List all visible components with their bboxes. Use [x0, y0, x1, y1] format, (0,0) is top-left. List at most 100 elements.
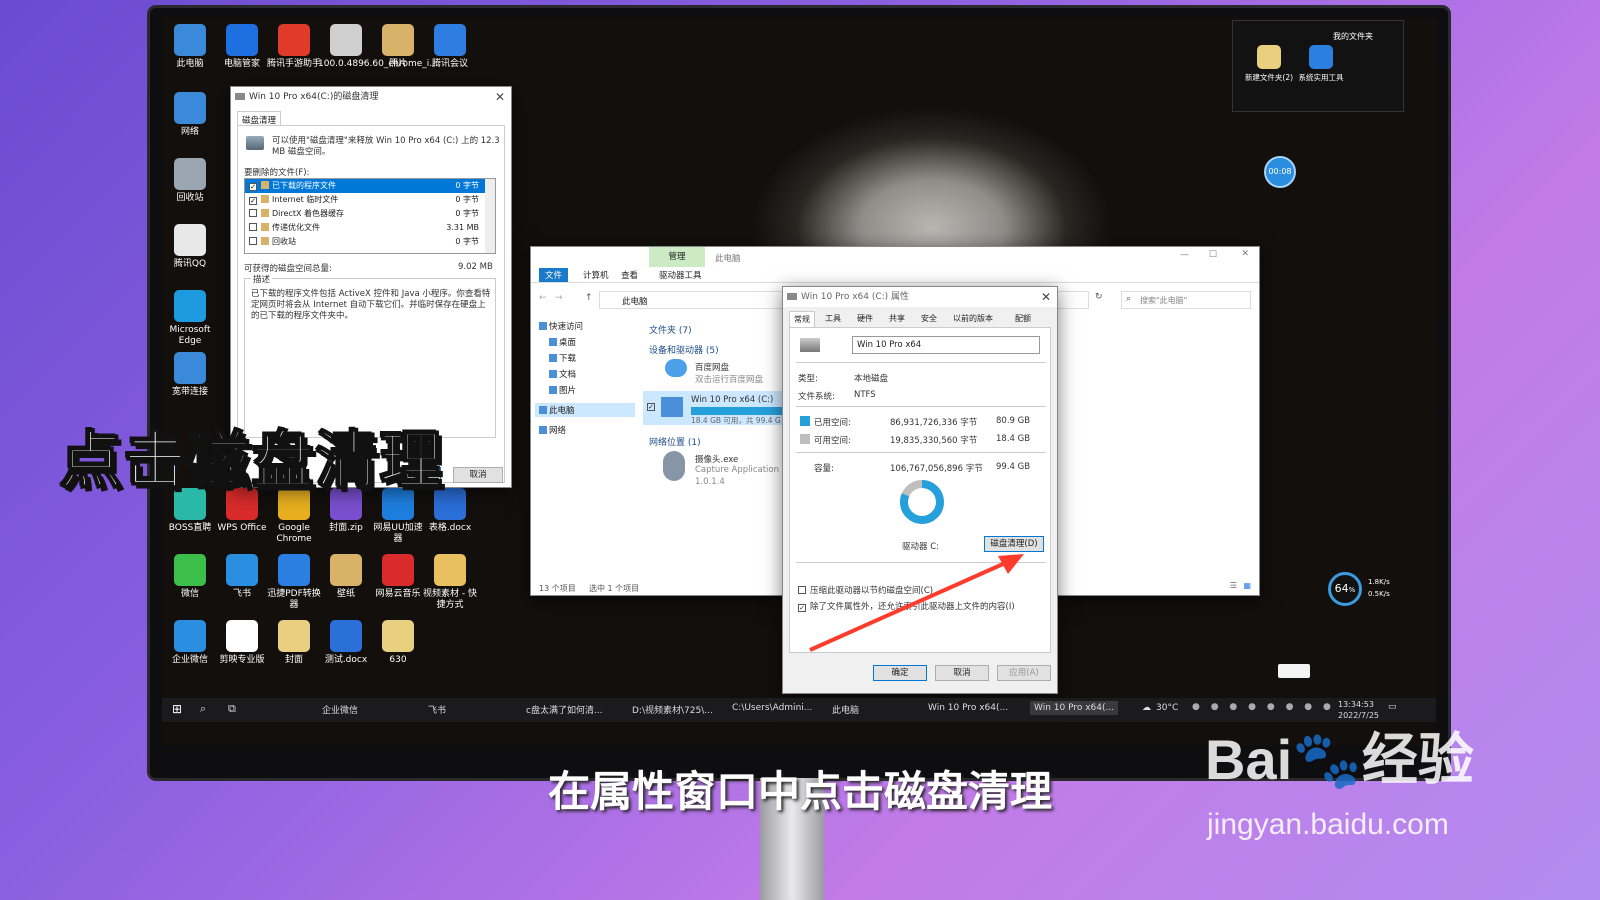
ribbon-manage-tab[interactable]: 管理 [649, 247, 705, 267]
taskbar-app[interactable]: 飞书 [428, 703, 446, 716]
file-checkbox[interactable]: ✓ [249, 197, 257, 205]
desktop-icon[interactable]: 腾讯会议 [422, 24, 478, 70]
taskbar-app[interactable]: D:\视频素材\725\... [632, 703, 713, 716]
file-row[interactable]: 传递优化文件 3.31 MB [245, 221, 485, 235]
task-view-icon[interactable]: ⧉ [228, 702, 236, 716]
desktop-icon[interactable]: 视频素材 - 快捷方式 [422, 554, 478, 611]
file-checkbox[interactable] [249, 223, 257, 231]
file-row[interactable]: ✓ 已下载的程序文件 0 字节 [245, 179, 485, 193]
properties-tab-2[interactable]: 硬件 [853, 311, 877, 326]
desktop-icon[interactable]: 腾讯QQ [162, 224, 218, 270]
taskbar-app[interactable]: c盘太满了如何清... [526, 703, 603, 716]
search-box[interactable]: ⌕ 搜索"此电脑" [1121, 291, 1251, 309]
search-icon[interactable]: ⌕ [200, 702, 206, 716]
desktop-icon[interactable]: 网易云音乐 [370, 554, 426, 600]
desktop-icon[interactable]: 封面 [266, 620, 322, 666]
close-icon[interactable]: ✕ [495, 87, 505, 107]
start-icon[interactable]: ⊞ [172, 702, 182, 716]
desktop-icon[interactable]: 回收站 [162, 158, 218, 204]
desktop-icon-label: 网易云音乐 [375, 589, 421, 599]
refresh-icon[interactable]: ↻ [1095, 292, 1103, 302]
desktop-icon[interactable]: 微信 [162, 554, 218, 600]
minimize-icon[interactable]: — [1180, 250, 1189, 260]
item-checkbox[interactable]: ✓ [647, 403, 655, 411]
total-value: 9.02 MB [458, 262, 493, 272]
file-checkbox[interactable] [249, 237, 257, 245]
nav-item[interactable]: 图片 [535, 383, 635, 397]
taskbar-app[interactable]: Win 10 Pro x64(... [1030, 701, 1119, 715]
baidu-drive-name[interactable]: 百度网盘 [695, 361, 729, 373]
ribbon-tabs: 文件 计算机 查看 驱动器工具 [531, 267, 1259, 283]
desktop-icon[interactable]: 宽带连接 [162, 352, 218, 398]
desktop-icon[interactable]: 飞书 [214, 554, 270, 600]
input-method-indicator[interactable] [1278, 664, 1310, 678]
properties-tab-0[interactable]: 常规 [789, 311, 815, 327]
desktop-icon[interactable]: 企业微信 [162, 620, 218, 666]
desktop-icon[interactable]: 测试.docx [318, 620, 374, 666]
forward-icon[interactable]: → [555, 293, 563, 303]
ribbon-tab-3[interactable]: 驱动器工具 [653, 268, 708, 282]
desktop-icon[interactable]: 此电脑 [162, 24, 218, 70]
ribbon-tab-1[interactable]: 计算机 [577, 268, 615, 282]
ribbon-tab-2[interactable]: 查看 [615, 268, 644, 282]
properties-tab-6[interactable]: 配额 [1011, 311, 1035, 326]
up-icon[interactable]: ↑ [585, 293, 593, 303]
properties-tab-5[interactable]: 以前的版本 [949, 311, 997, 326]
weather-temp[interactable]: 30°C [1156, 703, 1178, 713]
properties-cancel-button[interactable]: 取消 [935, 665, 989, 681]
taskbar-app[interactable]: Win 10 Pro x64(... [928, 703, 1008, 713]
desktop-icon[interactable]: 腾讯手游助手 [266, 24, 322, 70]
properties-tab-3[interactable]: 共享 [885, 311, 909, 326]
taskbar-app[interactable]: 此电脑 [832, 703, 859, 716]
desktop-icon[interactable]: 新建文件夹(2) [1241, 45, 1297, 83]
mouse-cursor-icon: ↖ [960, 498, 972, 514]
nav-item[interactable]: 文档 [535, 367, 635, 381]
desktop-icon[interactable]: 壁纸 [318, 554, 374, 600]
desktop-icon[interactable]: Microsoft Edge [162, 290, 218, 347]
network-locations-header[interactable]: 网络位置 (1) [649, 435, 701, 448]
taskbar-app[interactable]: C:\Users\Admini... [732, 703, 812, 713]
details-view-icon[interactable]: ☰ [1230, 581, 1237, 590]
nav-item[interactable]: 此电脑 [535, 403, 635, 417]
properties-tab-1[interactable]: 工具 [821, 311, 845, 326]
notification-icon[interactable]: ▭ [1388, 702, 1397, 712]
desktop-icon[interactable]: 系统实用工具 [1293, 45, 1349, 83]
close-icon[interactable]: ✕ [1041, 287, 1051, 307]
recording-timer[interactable]: 00:08 [1264, 156, 1296, 188]
clock-time[interactable]: 13:34:53 [1338, 700, 1374, 709]
search-icon: ⌕ [1126, 294, 1132, 304]
nav-item[interactable]: 快速访问 [535, 319, 635, 333]
desktop-icon[interactable]: 网络 [162, 92, 218, 138]
desktop-icon[interactable]: 照片 [370, 24, 426, 70]
file-checkbox[interactable]: ✓ [249, 183, 257, 191]
back-icon[interactable]: ← [539, 293, 547, 303]
properties-tab-4[interactable]: 安全 [917, 311, 941, 326]
tray-icons[interactable]: ● ● ● ● ● ● ● ● [1192, 702, 1335, 712]
desktop-icon[interactable]: 630 [370, 620, 426, 666]
desktop-icon[interactable]: 100.0.4896.60_chrome_i... [318, 24, 438, 70]
desktop-icon[interactable]: 电脑管家 [214, 24, 270, 70]
file-checkbox[interactable] [249, 209, 257, 217]
taskbar-app[interactable]: 企业微信 [322, 703, 358, 716]
file-row[interactable]: DirectX 着色器缓存 0 字节 [245, 207, 485, 221]
volume-name-field[interactable]: Win 10 Pro x64 [852, 336, 1040, 354]
desktop-icon[interactable]: 迅捷PDF转换器 [266, 554, 322, 611]
desktop-icon[interactable]: 剪映专业版 [214, 620, 270, 666]
ribbon-tab-0[interactable]: 文件 [539, 268, 569, 282]
tiles-view-icon[interactable]: ▦ [1243, 581, 1251, 590]
folders-header[interactable]: 文件夹 (7) [649, 323, 692, 336]
maximize-icon[interactable]: ☐ [1209, 250, 1217, 260]
devices-header[interactable]: 设备和驱动器 (5) [649, 343, 719, 356]
properties-apply-button[interactable]: 应用(A) [997, 665, 1051, 681]
properties-ok-button[interactable]: 确定 [873, 665, 927, 681]
nav-item-icon [549, 386, 557, 394]
nav-item[interactable]: 下载 [535, 351, 635, 365]
nav-item[interactable]: 桌面 [535, 335, 635, 349]
camera-name[interactable]: 摄像头.exe [695, 453, 738, 465]
file-row[interactable]: 回收站 0 字节 [245, 235, 485, 249]
close-icon[interactable]: ✕ [1241, 249, 1249, 259]
nav-item[interactable]: 网络 [535, 423, 635, 437]
file-row[interactable]: ✓ Internet 临时文件 0 字节 [245, 193, 485, 207]
list-scrollbar[interactable] [485, 179, 495, 253]
cleanup-cancel-button[interactable]: 取消 [453, 467, 503, 483]
